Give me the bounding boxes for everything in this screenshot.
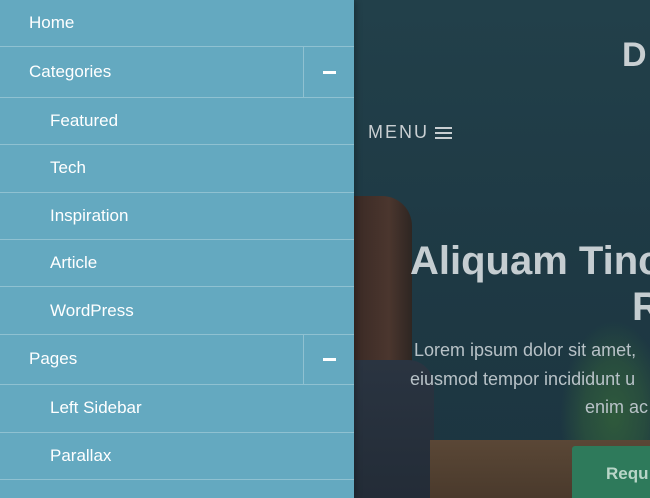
categories-collapse-toggle[interactable] (303, 47, 354, 97)
menu-label: MENU (368, 122, 429, 142)
nav-subitem-wordpress[interactable]: WordPress (0, 287, 354, 335)
nav-item-label: Pages (29, 349, 78, 369)
page: D MENU Aliquam Tinc R Lorem ipsum dolor … (0, 0, 650, 498)
nav-subitem-article[interactable]: Article (0, 240, 354, 288)
nav-item-home[interactable]: Home (0, 0, 354, 48)
nav-subitem-parallax[interactable]: Parallax (0, 433, 354, 480)
nav-item-label: Featured (50, 110, 119, 130)
nav-item-label: Categories (29, 62, 112, 82)
nav-item-label: Tech (50, 158, 86, 178)
nav-subitem-inspiration[interactable]: Inspiration (0, 193, 354, 240)
nav-item-label: WordPress (50, 300, 134, 320)
minus-icon (322, 357, 336, 361)
hero-title-line-2: R (632, 285, 650, 329)
nav-item-label: Home (29, 13, 75, 33)
nav-item-label: Article (50, 253, 98, 273)
side-nav-drawer: Home Categories Featured Tech Inspiratio… (0, 0, 354, 498)
nav-item-label: Parallax (50, 445, 112, 465)
nav-item-label: Inspiration (50, 205, 129, 225)
nav-item-label: Left Sidebar (50, 398, 142, 418)
nav-subitem-tech[interactable]: Tech (0, 145, 354, 193)
hero-cta-button[interactable]: Requ (572, 446, 650, 498)
hero-text-line: Lorem ipsum dolor sit amet, (414, 340, 637, 360)
hero-text: Lorem ipsum dolor sit amet, eiusmod temp… (400, 336, 650, 422)
hero-text-line: eiusmod tempor incididunt u (410, 368, 636, 389)
hero-title: Aliquam Tinc (410, 239, 650, 283)
site-logo[interactable]: D (622, 36, 648, 75)
nav-item-categories[interactable]: Categories (0, 47, 354, 98)
menu-toggle-button[interactable]: MENU (368, 122, 452, 143)
minus-icon (322, 70, 336, 74)
nav-subitem-left-sidebar[interactable]: Left Sidebar (0, 385, 354, 433)
hero-text-line: enim ac (585, 397, 649, 417)
nav-item-pages[interactable]: Pages (0, 334, 354, 386)
hamburger-icon (435, 126, 452, 140)
nav-subitem-featured[interactable]: Featured (0, 98, 354, 146)
pages-collapse-toggle[interactable] (303, 334, 354, 385)
